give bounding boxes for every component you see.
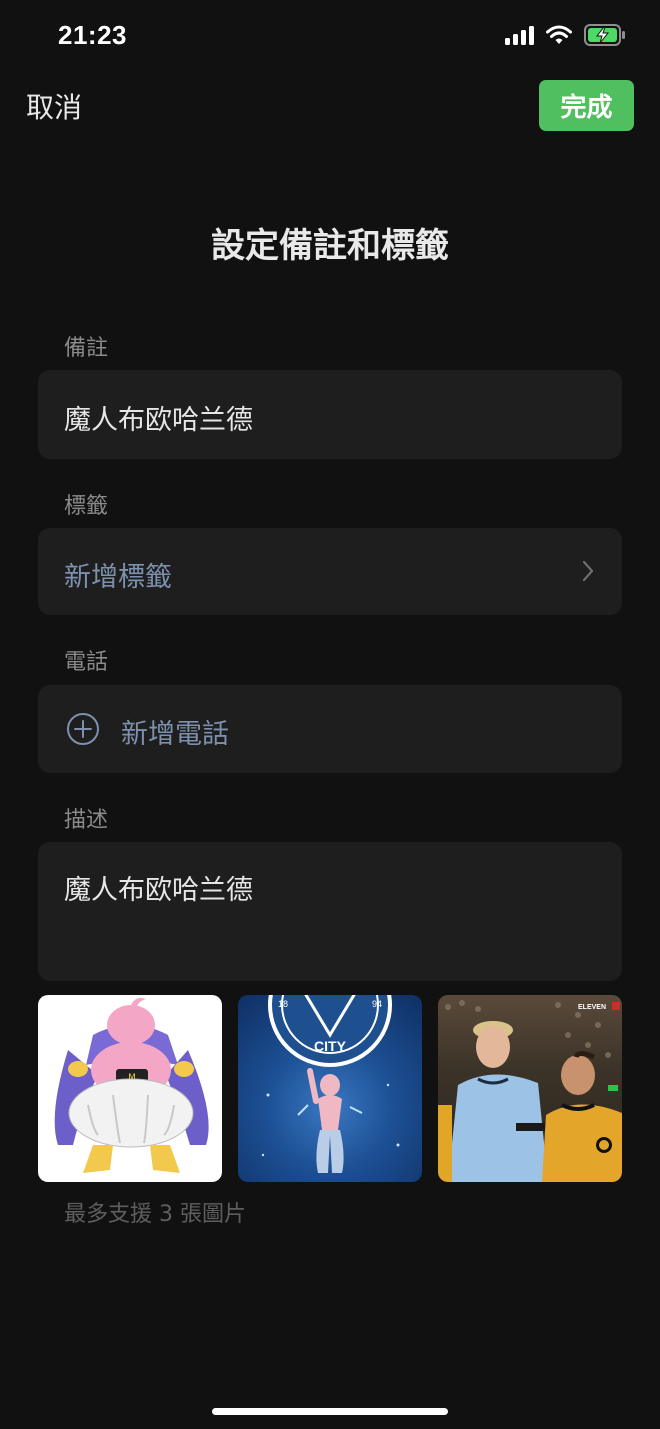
- remark-value: 魔人布欧哈兰德: [64, 405, 253, 436]
- cancel-button[interactable]: 取消: [26, 86, 82, 126]
- remark-label: 備註: [64, 336, 109, 361]
- svg-text:94: 94: [372, 999, 382, 1009]
- add-phone-row[interactable]: 新增電話: [38, 685, 622, 773]
- football-player-image[interactable]: ELEVEN: [438, 995, 622, 1182]
- tags-label: 標籤: [64, 494, 109, 519]
- man-city-buu-image[interactable]: CITY 18 94: [238, 995, 422, 1182]
- chevron-right-icon: [582, 560, 594, 582]
- battery-charging-icon: [584, 24, 625, 46]
- home-indicator: [212, 1408, 448, 1415]
- add-tag-row[interactable]: 新增標籤: [38, 528, 622, 615]
- status-time: 21:23: [58, 20, 127, 50]
- page-title: 設定備註和標籤: [211, 226, 449, 266]
- majin-buu-image[interactable]: M: [38, 995, 222, 1182]
- screen: 21:23 取消 完成 設定備註和標籤 備註 魔人布欧哈兰德 標籤 新增標籤 電…: [0, 0, 660, 1429]
- plus-circle-icon: [67, 713, 99, 745]
- add-tag-label: 新增標籤: [64, 562, 172, 593]
- wifi-icon: [546, 25, 572, 44]
- football-players-illustration: ELEVEN: [438, 1000, 622, 1182]
- image-limit-hint: 最多支援 3 張圖片: [64, 1202, 246, 1227]
- crest-text: CITY: [314, 1038, 347, 1054]
- remark-field[interactable]: 魔人布欧哈兰德: [38, 370, 622, 459]
- status-bar: 21:23: [0, 0, 660, 72]
- add-phone-label: 新增電話: [121, 719, 229, 750]
- description-value: 魔人布欧哈兰德: [64, 875, 253, 906]
- image-gallery: M CITY 18 94 ELEVEN: [38, 995, 622, 1182]
- description-label: 描述: [64, 808, 109, 833]
- city-crest-illustration: CITY 18 94: [261, 995, 400, 1173]
- done-button[interactable]: 完成: [539, 80, 634, 131]
- svg-text:18: 18: [278, 999, 288, 1009]
- broadcaster-label: ELEVEN: [578, 1004, 606, 1011]
- signal-icon: [505, 26, 534, 45]
- status-icons: [504, 24, 626, 46]
- phone-label: 電話: [64, 650, 109, 675]
- majin-buu-illustration: M: [54, 997, 209, 1173]
- description-field[interactable]: 魔人布欧哈兰德: [38, 842, 622, 981]
